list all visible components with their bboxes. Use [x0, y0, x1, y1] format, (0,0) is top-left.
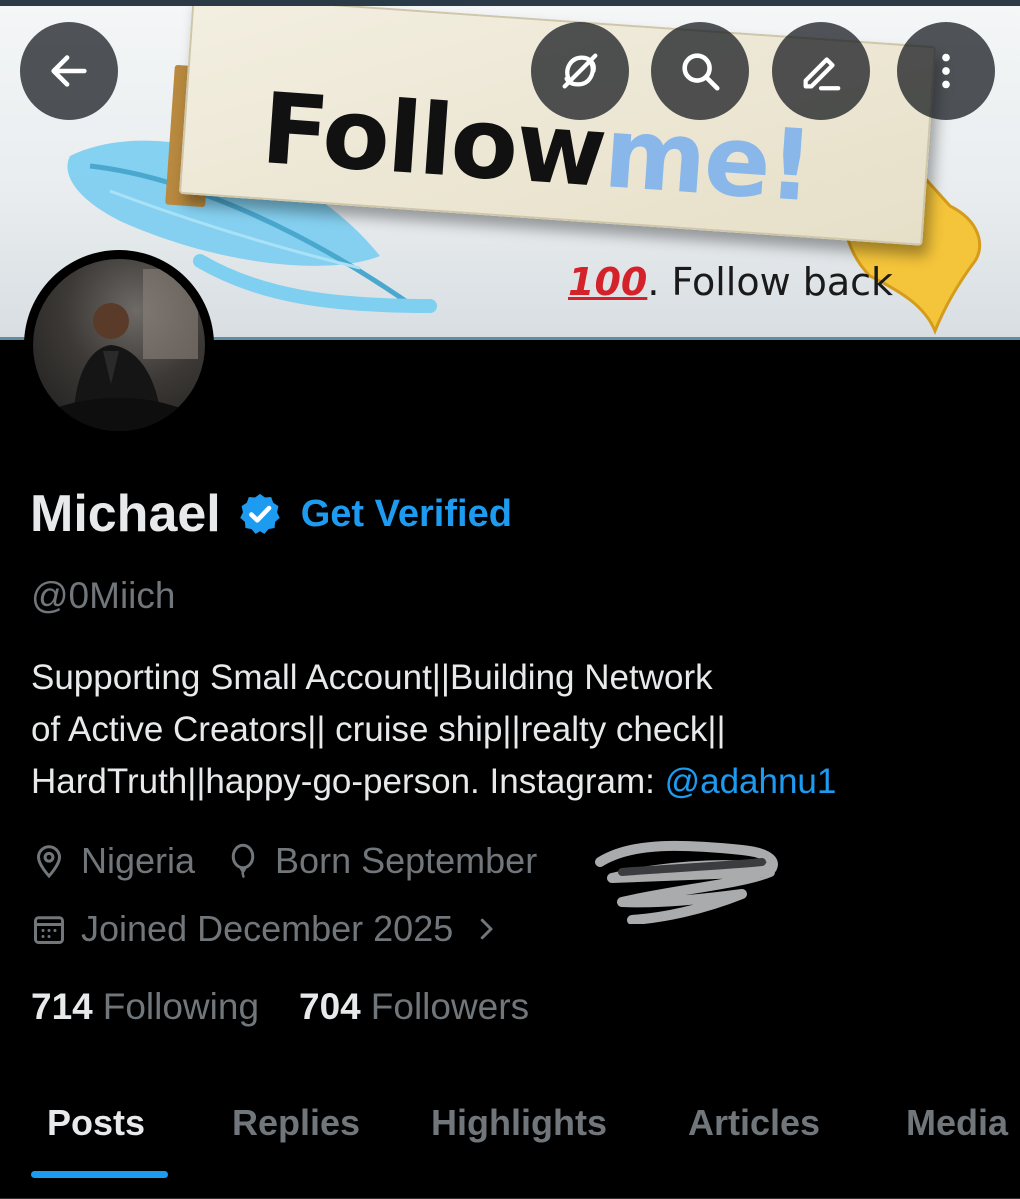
profile-name: Michael	[30, 485, 221, 543]
following-label: Following	[102, 986, 260, 1027]
birthday-text: Born September	[275, 840, 538, 881]
follow-stats: 714 Following 704 Followers	[31, 986, 569, 1028]
banner-follow-back: 100. Follow back	[568, 260, 894, 304]
followers-count: 704	[299, 986, 361, 1027]
bio-line: of Active Creators|| cruise ship||realty…	[31, 710, 726, 749]
profile-bio: Supporting Small Account||Building Netwo…	[31, 652, 1001, 808]
bio-line: HardTruth||happy-go-person. Instagram: @…	[31, 762, 837, 801]
calendar-icon	[34, 916, 64, 944]
active-tab-indicator	[31, 1171, 168, 1178]
more-vertical-icon	[942, 53, 950, 89]
tab-posts[interactable]: Posts	[47, 1102, 145, 1144]
joined-row[interactable]: Joined December 2025	[31, 908, 515, 950]
arrow-left-icon	[51, 55, 87, 87]
followers-stat[interactable]: 704 Followers	[299, 986, 529, 1028]
profile-tabs: Posts Replies Highlights Articles Media	[0, 1094, 1020, 1199]
location-pin-icon	[36, 845, 62, 879]
location-item: Nigeria	[31, 840, 195, 882]
followers-label: Followers	[370, 986, 530, 1027]
bio-line: Supporting Small Account||Building Netwo…	[31, 658, 713, 697]
chevron-right-icon	[480, 918, 493, 940]
balloon-icon	[231, 843, 255, 879]
redaction-scribble	[595, 840, 778, 924]
following-count: 714	[31, 986, 93, 1027]
search-button[interactable]	[651, 22, 749, 120]
joined-text: Joined December 2025	[81, 908, 454, 949]
profile-meta-row: Nigeria Born September	[31, 840, 567, 882]
verified-badge-icon[interactable]	[237, 491, 283, 537]
profile-handle: @0Miich	[31, 575, 176, 616]
tab-articles[interactable]: Articles	[688, 1102, 820, 1144]
back-button[interactable]	[20, 22, 118, 120]
avatar[interactable]	[24, 250, 214, 440]
get-verified-link[interactable]: Get Verified	[301, 493, 512, 536]
profile-name-row: Michael Get Verified	[30, 484, 512, 544]
tab-replies[interactable]: Replies	[232, 1102, 360, 1144]
edit-button[interactable]	[772, 22, 870, 120]
location-text: Nigeria	[81, 840, 196, 881]
avatar-photo	[33, 259, 205, 431]
grok-button[interactable]	[531, 22, 629, 120]
tab-highlights[interactable]: Highlights	[431, 1102, 607, 1144]
tab-media[interactable]: Media	[906, 1102, 1008, 1144]
following-stat[interactable]: 714 Following	[31, 986, 259, 1028]
hundred-emoji: 100	[568, 260, 648, 304]
more-options-button[interactable]	[897, 22, 995, 120]
instagram-link[interactable]: @adahnu1	[665, 762, 837, 801]
birthday-item: Born September	[225, 840, 537, 882]
grok-icon	[562, 53, 598, 89]
edit-icon	[803, 57, 841, 91]
search-icon	[682, 53, 720, 91]
